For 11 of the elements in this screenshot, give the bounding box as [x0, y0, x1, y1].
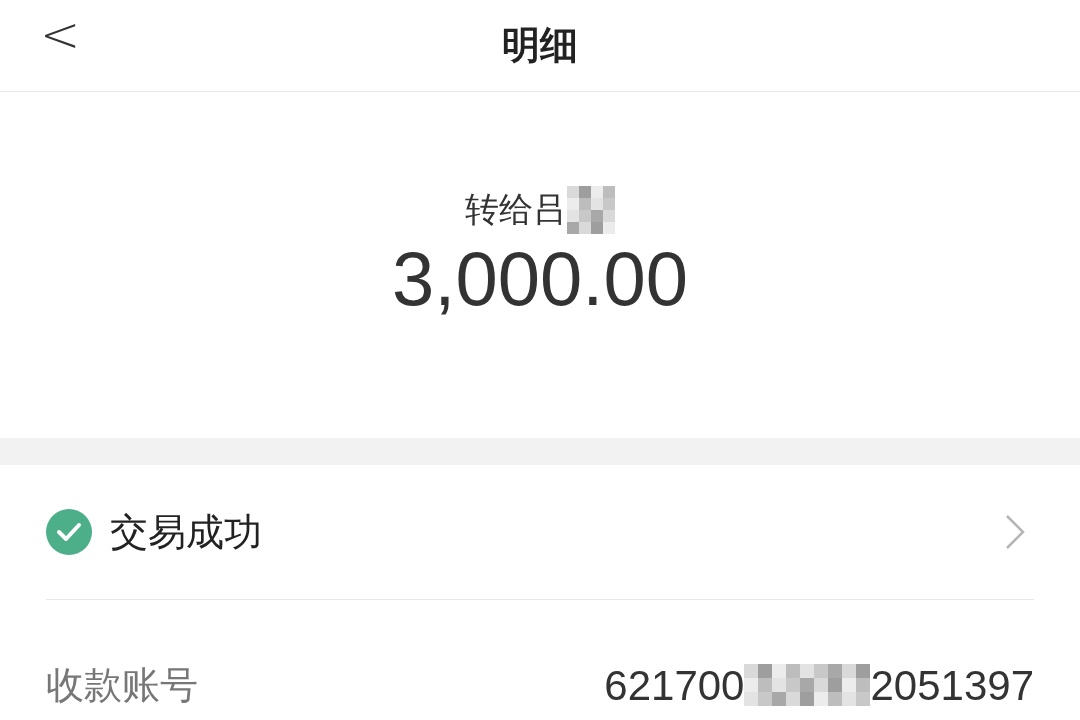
- status-text: 交易成功: [110, 508, 262, 556]
- detail-label: 收款账号: [46, 661, 198, 709]
- chevron-right-icon: [1004, 513, 1026, 551]
- amount: 3,000.00: [392, 241, 688, 317]
- page-title: 明细: [502, 22, 578, 69]
- recipient-label: 转给吕: [465, 188, 567, 231]
- pixelated-redaction: [567, 185, 615, 234]
- back-button[interactable]: <: [40, 10, 81, 58]
- status-row[interactable]: 交易成功: [46, 465, 1034, 600]
- check-circle-icon: [46, 509, 92, 555]
- account-number: 621700 2051397: [604, 660, 1034, 711]
